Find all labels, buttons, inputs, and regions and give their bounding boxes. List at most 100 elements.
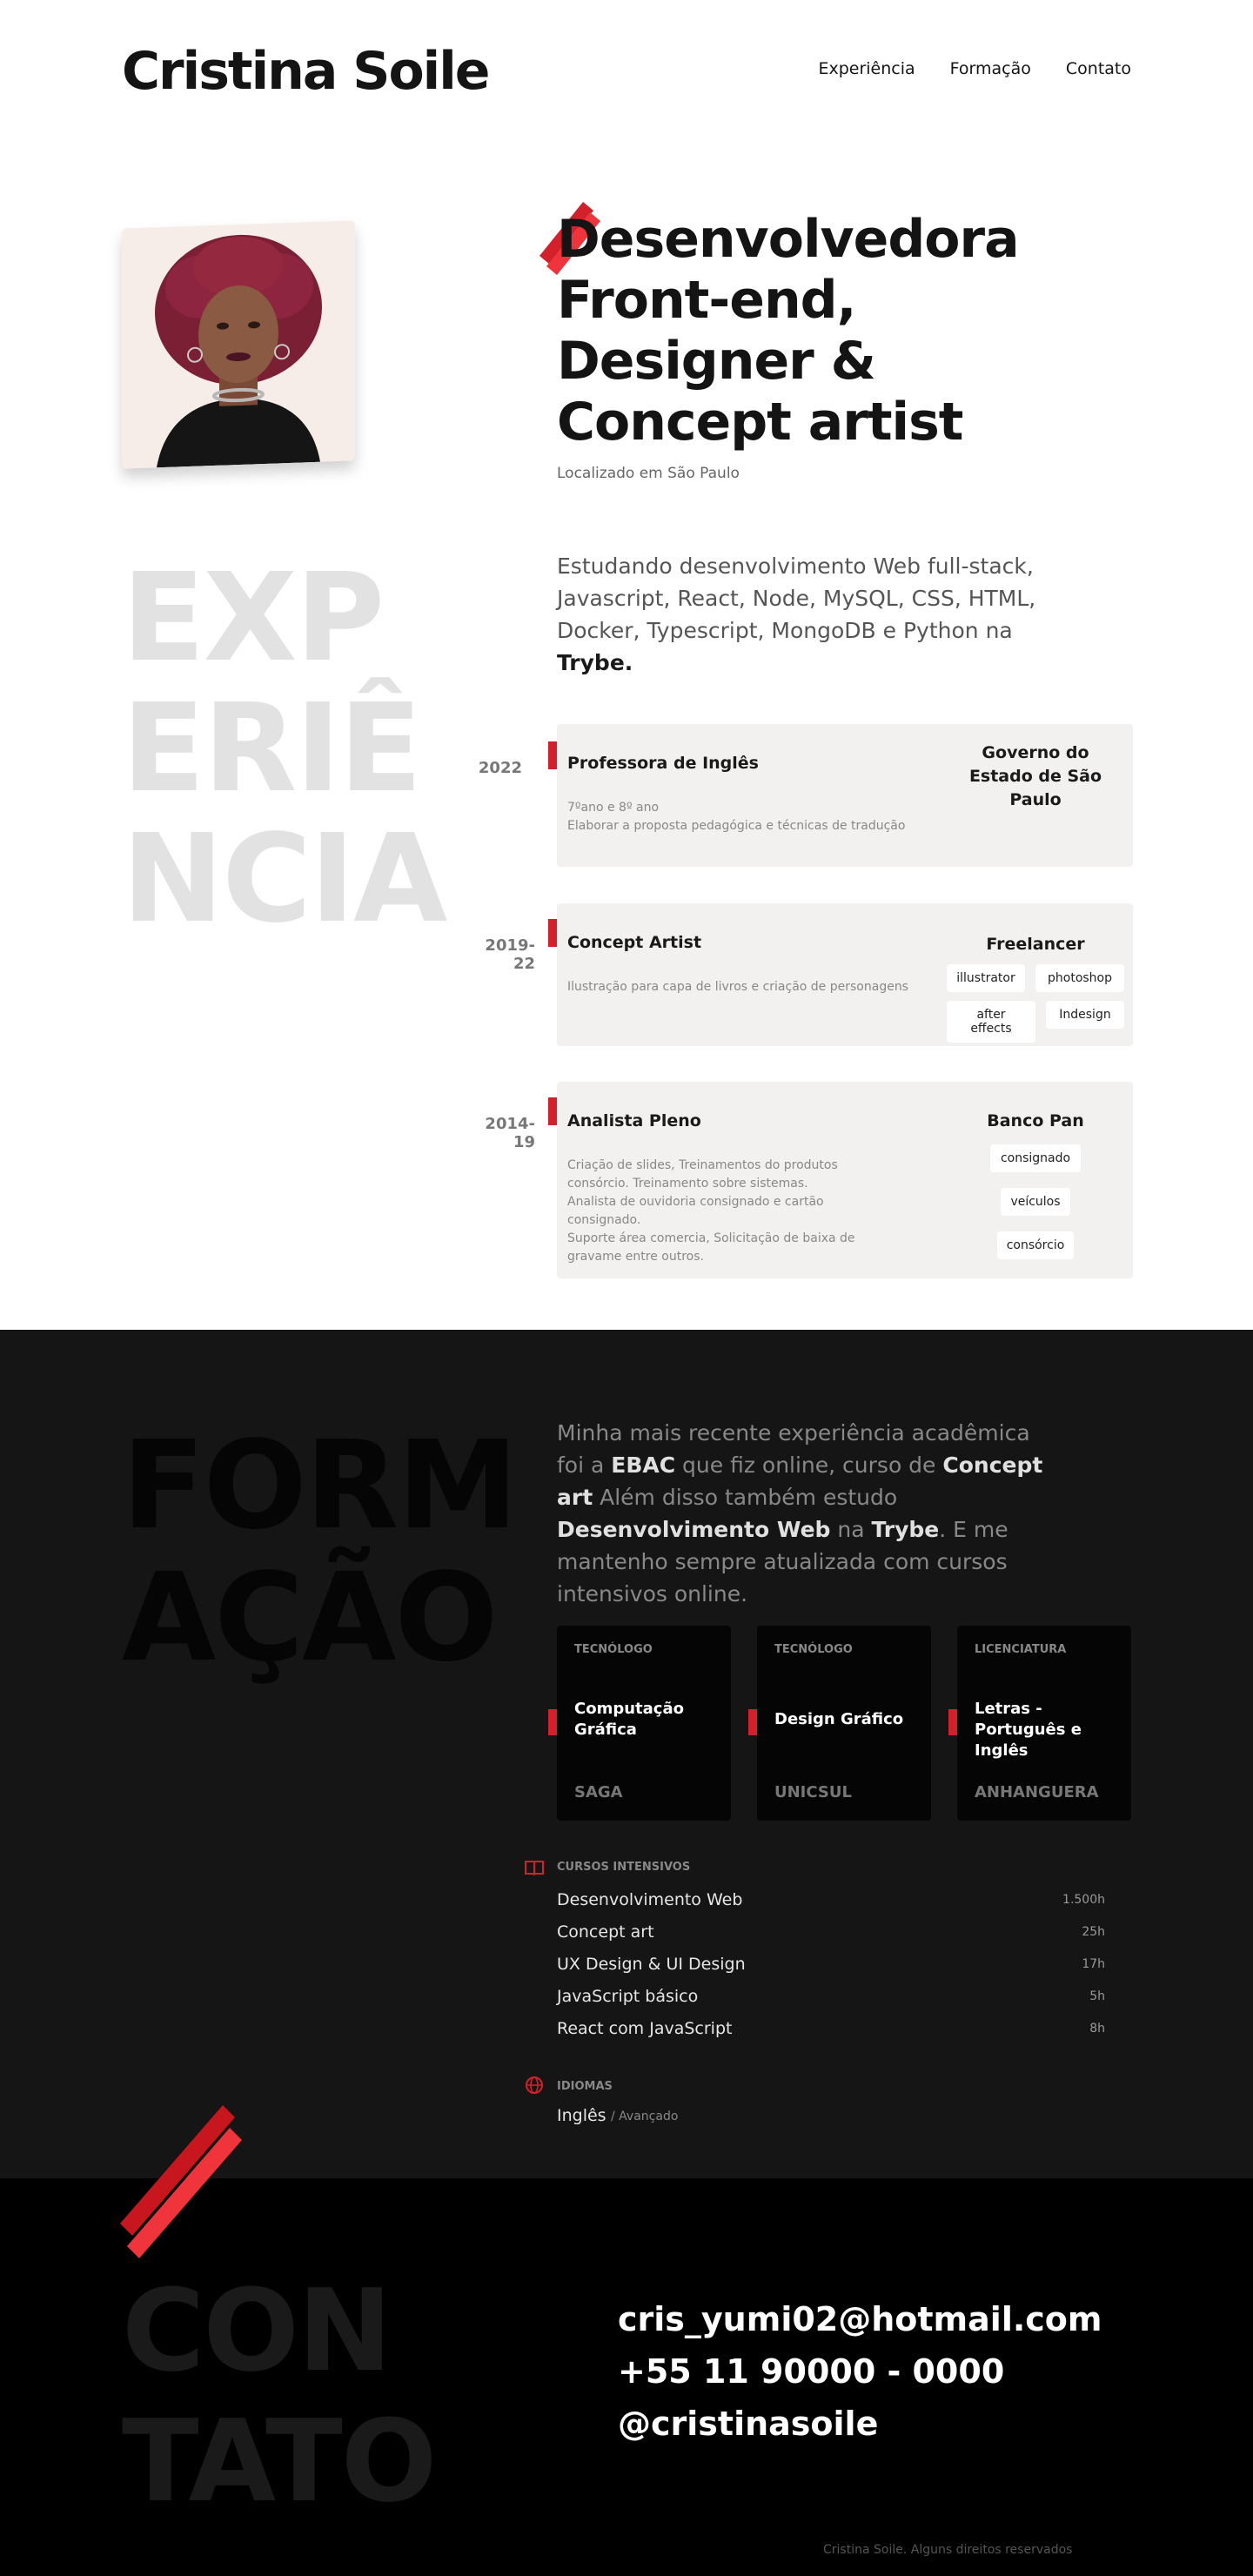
heading-line: AÇÃO xyxy=(122,1547,498,1689)
heading-line: EXP xyxy=(122,547,385,689)
book-icon xyxy=(525,1861,544,1876)
hero-title-line: Designer & xyxy=(557,331,876,392)
experience-year: 2022 xyxy=(478,759,522,777)
course-hours: 25h xyxy=(1082,1925,1105,1939)
courses-label: CURSOS INTENSIVOS xyxy=(557,1861,691,1874)
intro-part: que fiz online, curso de xyxy=(675,1452,943,1478)
skill-tag: illustrator xyxy=(947,964,1025,992)
experience-title: Concept Artist xyxy=(567,933,702,952)
experience-marker xyxy=(548,919,557,947)
contact-heading: CON TATO xyxy=(122,2264,437,2527)
experience-year: 2014-19 xyxy=(485,1115,535,1151)
intro-part: na xyxy=(830,1517,872,1542)
card-marker xyxy=(748,1709,757,1735)
experience-card: Concept Artist Ilustração para capa de l… xyxy=(557,903,1133,1046)
contact-phone[interactable]: +55 11 90000 - 0000 xyxy=(618,2352,1004,2391)
description-line: consórcio. Treinamento sobre sistemas. xyxy=(567,1177,808,1191)
globe-icon xyxy=(526,2076,543,2094)
course-name: React com JavaScript xyxy=(557,2019,733,2038)
experience-description: Criação de slides, Treinamentos do produ… xyxy=(567,1157,855,1266)
contact-email[interactable]: cris_yumi02@hotmail.com xyxy=(618,2300,1102,2338)
brand-name[interactable]: Cristina Soile xyxy=(122,37,491,106)
heading-line: TATO xyxy=(122,2395,437,2527)
education-intro: Minha mais recente experiência acadêmica… xyxy=(557,1417,1053,1610)
description-line: Criação de slides, Treinamentos do produ… xyxy=(567,1158,838,1172)
course-hours: 5h xyxy=(1089,1989,1105,2003)
degree-school: ANHANGUERA xyxy=(975,1783,1099,1801)
experience-card: Professora de Inglês 7ºano e 8º ano Elab… xyxy=(557,724,1133,867)
description-line: gravame entre outros. xyxy=(567,1250,704,1264)
degree-type: LICENCIATURA xyxy=(975,1643,1067,1656)
experience-marker xyxy=(548,741,557,769)
experience-year: 2019-22 xyxy=(485,936,535,973)
site-header: Cristina Soile Experiência Formação Cont… xyxy=(0,0,1253,148)
degree-title: Design Gráfico xyxy=(774,1710,904,1728)
experience-title: Analista Pleno xyxy=(567,1111,701,1130)
education-section: FORM AÇÃO Minha mais recente experiência… xyxy=(0,1330,1253,2178)
heading-line: CON xyxy=(122,2264,392,2397)
intro-text: Estudando desenvolvimento Web full-stack… xyxy=(557,550,1044,679)
degree-school: UNICSUL xyxy=(774,1783,852,1801)
experience-title: Professora de Inglês xyxy=(567,754,759,773)
course-name: UX Design & UI Design xyxy=(557,1955,746,1974)
degree-school: SAGA xyxy=(574,1783,623,1801)
intro-part: Além disso também estudo xyxy=(593,1485,898,1510)
intro-bold: Trybe xyxy=(871,1517,940,1542)
contact-section: CON TATO cris_yumi02@hotmail.com +55 11 … xyxy=(0,2105,1253,2576)
hero-title-line: Concept artist xyxy=(557,392,963,453)
degree-title: Computação Gráfica xyxy=(574,1700,684,1739)
experience-heading: EXP ERIÊ NCIA xyxy=(122,547,447,950)
language-level: / Avançado xyxy=(611,2110,679,2123)
experience-description: Ilustração para capa de livros e criação… xyxy=(567,978,908,996)
experience-company: Freelancer xyxy=(986,935,1085,954)
experience-company: Governo do Estado de São Paulo xyxy=(968,743,1102,809)
degree-card: LICENCIATURA Letras - Português e Inglês… xyxy=(948,1626,1131,1821)
degree-card: TECNÓLOGO Computação Gráfica SAGA xyxy=(548,1626,731,1821)
skill-tag: veículos xyxy=(1001,1188,1070,1216)
nav-experiencia[interactable]: Experiência xyxy=(818,59,915,78)
experience-company: Banco Pan xyxy=(987,1111,1084,1130)
course-row: React com JavaScript 8h xyxy=(557,2019,1105,2050)
card-marker xyxy=(548,1709,557,1735)
education-heading: FORM AÇÃO xyxy=(122,1420,519,1689)
course-name: JavaScript básico xyxy=(557,1987,699,2006)
description-line: 7ºano e 8º ano xyxy=(567,801,660,815)
course-hours: 17h xyxy=(1082,1957,1105,1971)
contact-handle[interactable]: @cristinasoile xyxy=(618,2405,878,2443)
heading-line: NCIA xyxy=(122,808,447,950)
skill-tag: consórcio xyxy=(997,1231,1074,1259)
description-line: consignado. xyxy=(567,1213,641,1227)
main-nav: Experiência Formação Contato xyxy=(818,59,1131,78)
course-row: Concept art 25h xyxy=(557,1922,1105,1954)
skill-tag: after effects xyxy=(947,1001,1035,1043)
hero-title: Desenvolvedora Front-end, Designer & Con… xyxy=(557,209,1044,453)
intro-highlight: Trybe. xyxy=(557,650,633,675)
experience-description: 7ºano e 8º ano Elaborar a proposta pedag… xyxy=(567,799,905,835)
description-line: Suporte área comercia, Solicitação de ba… xyxy=(567,1231,855,1245)
degree-type: TECNÓLOGO xyxy=(774,1643,853,1656)
skill-tag: consignado xyxy=(990,1144,1081,1172)
intro-bold: Desenvolvimento Web xyxy=(557,1517,831,1542)
course-row: Desenvolvimento Web 1.500h xyxy=(557,1890,1105,1922)
nav-contato[interactable]: Contato xyxy=(1066,59,1131,78)
course-hours: 8h xyxy=(1089,2022,1105,2036)
language-name: Inglês xyxy=(557,2106,606,2125)
heading-line: ERIÊ xyxy=(122,678,422,820)
card-marker xyxy=(948,1709,957,1735)
experience-marker xyxy=(548,1097,557,1125)
portrait-image xyxy=(122,220,355,469)
intro-body: Estudando desenvolvimento Web full-stack… xyxy=(557,553,1036,643)
course-row: UX Design & UI Design 17h xyxy=(557,1955,1105,1986)
hero-title-line: Front-end, xyxy=(557,270,856,331)
profile-photo xyxy=(122,220,355,469)
description-line: Elaborar a proposta pedagógica e técnica… xyxy=(567,819,906,833)
footer-copyright: Cristina Soile. Alguns direitos reservad… xyxy=(823,2543,1073,2557)
skill-tag: photoshop xyxy=(1035,964,1124,992)
nav-formacao[interactable]: Formação xyxy=(950,59,1031,78)
degree-type: TECNÓLOGO xyxy=(574,1643,653,1656)
course-hours: 1.500h xyxy=(1062,1893,1105,1907)
description-line: Ilustração para capa de livros e criação… xyxy=(567,980,908,994)
languages-label: IDIOMAS xyxy=(557,2080,613,2093)
description-line: Analista de ouvidoria consignado e cartã… xyxy=(567,1195,824,1209)
intro-bold: EBAC xyxy=(611,1452,676,1478)
